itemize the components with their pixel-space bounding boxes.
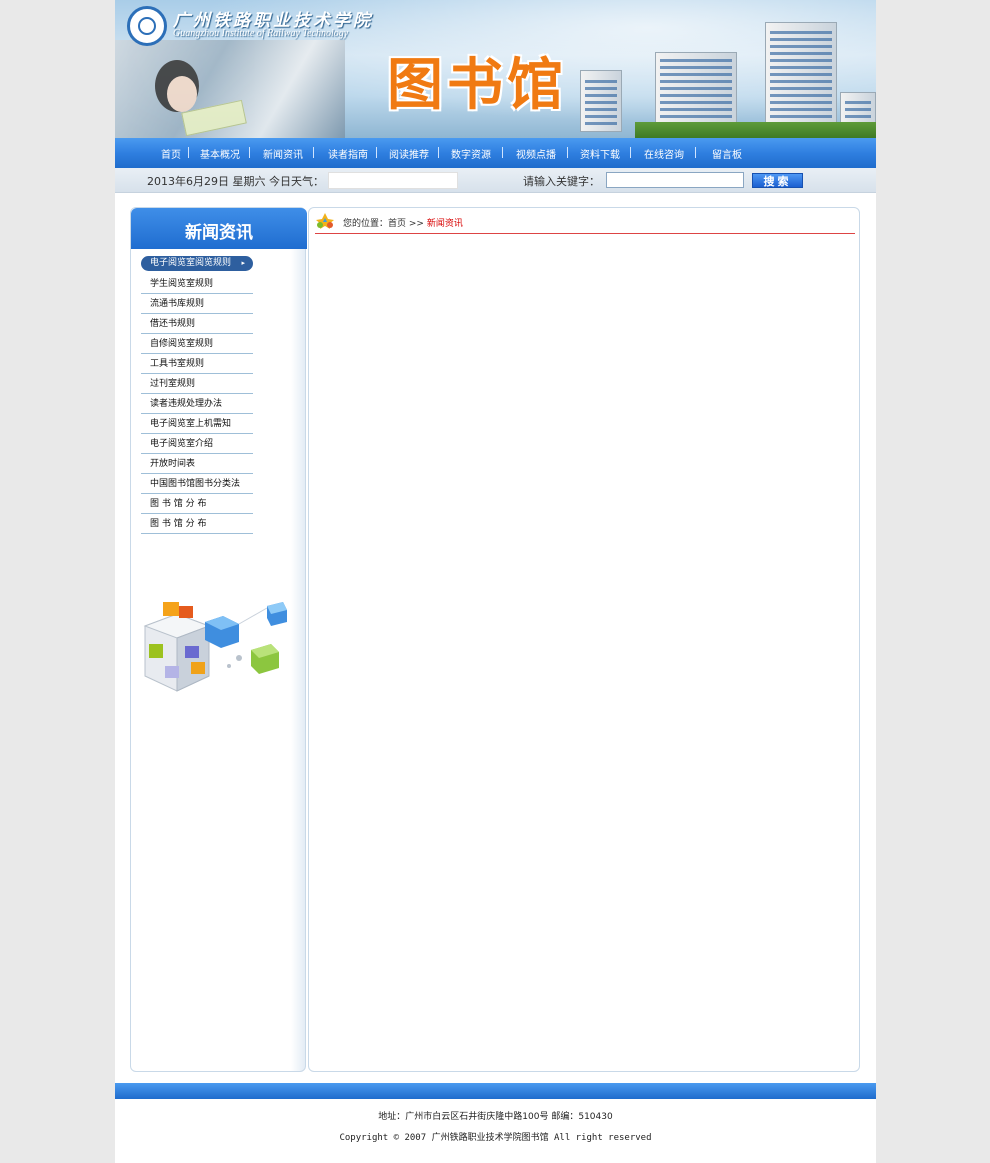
page: 广州铁路职业技术学院 Guangzhou Institute of Railwa… bbox=[115, 0, 876, 1163]
main-content: 您的位置：首页 >> 新闻资讯 bbox=[308, 207, 860, 1072]
school-logo-icon[interactable] bbox=[127, 6, 167, 46]
sidebar-item-e-reading-room-rules[interactable]: 电子阅览室阅览规则 ▸ bbox=[141, 256, 253, 271]
sidebar-item-back-issues-rules[interactable]: 过刊室规则 bbox=[141, 375, 253, 394]
library-title: 图书馆 bbox=[387, 52, 567, 118]
sidebar-item-opening-hours[interactable]: 开放时间表 bbox=[141, 455, 253, 474]
footer-copyright: Copyright © 2007 广州铁路职业技术学院图书馆 All right… bbox=[339, 1133, 652, 1143]
date-weather-label: 2013年6月29日 星期六 今日天气： bbox=[147, 175, 324, 188]
nav-separator bbox=[567, 147, 568, 158]
sidebar-header: 新闻资讯 bbox=[131, 208, 307, 249]
banner-photo-reader bbox=[115, 40, 345, 138]
sidebar-item-computer-use-notice[interactable]: 电子阅览室上机需知 bbox=[141, 415, 253, 434]
banner-building bbox=[580, 70, 622, 132]
nav-item-home[interactable]: 首页 bbox=[161, 146, 181, 161]
sidebar-item-violation-handling[interactable]: 读者违规处理办法 bbox=[141, 395, 253, 414]
banner-building bbox=[765, 22, 837, 132]
nav-item-downloads[interactable]: 资料下载 bbox=[580, 146, 620, 161]
sidebar-item-classification[interactable]: 中国图书馆图书分类法 bbox=[141, 475, 253, 494]
breadcrumb-prefix: 您的位置： bbox=[343, 219, 389, 229]
nav-item-guestbook[interactable]: 留言板 bbox=[712, 146, 742, 161]
location-icon bbox=[316, 213, 334, 229]
search-input[interactable] bbox=[606, 172, 744, 188]
sidebar-title: 新闻资讯 bbox=[185, 223, 253, 243]
footer-bar bbox=[115, 1083, 876, 1099]
sidebar-item-student-reading-room-rules[interactable]: 学生阅览室规则 bbox=[141, 275, 253, 294]
chevron-right-icon: ▸ bbox=[241, 259, 245, 267]
nav-separator bbox=[630, 147, 631, 158]
header-banner: 广州铁路职业技术学院 Guangzhou Institute of Railwa… bbox=[115, 0, 876, 138]
banner-photo-face bbox=[167, 76, 197, 112]
breadcrumb-divider bbox=[315, 233, 855, 234]
nav-separator bbox=[188, 147, 189, 158]
breadcrumb-current: 新闻资讯 bbox=[426, 219, 463, 229]
breadcrumb-home-link[interactable]: 首页 bbox=[388, 219, 406, 229]
sidebar-item-library-layout[interactable]: 图 书 馆 分 布 bbox=[141, 495, 253, 514]
nav-item-video[interactable]: 视频点播 bbox=[516, 146, 556, 161]
keyword-label: 请输入关键字： bbox=[523, 175, 600, 188]
nav-separator bbox=[249, 147, 250, 158]
sidebar-item-label: 电子阅览室阅览规则 bbox=[150, 258, 232, 268]
school-name-en: Guangzhou Institute of Railway Technolog… bbox=[173, 28, 349, 39]
nav-separator bbox=[438, 147, 439, 158]
sidebar-item-e-reading-room-intro[interactable]: 电子阅览室介绍 bbox=[141, 435, 253, 454]
nav-separator bbox=[313, 147, 314, 158]
nav-item-news[interactable]: 新闻资讯 bbox=[263, 146, 303, 161]
banner-lawn bbox=[635, 122, 876, 138]
nav-item-reading-recommend[interactable]: 阅读推荐 bbox=[389, 146, 429, 161]
info-bar: 2013年6月29日 星期六 今日天气： 请输入关键字： 搜索 bbox=[115, 168, 876, 193]
sidebar-item-circulation-rules[interactable]: 流通书库规则 bbox=[141, 295, 253, 314]
banner-building bbox=[655, 52, 737, 132]
nav-separator bbox=[376, 147, 377, 158]
main-nav: 首页 基本概况 新闻资讯 读者指南 阅读推荐 数字资源 视频点播 资料下载 在线… bbox=[115, 138, 876, 168]
nav-separator bbox=[695, 147, 696, 158]
sidebar-item-reference-room-rules[interactable]: 工具书室规则 bbox=[141, 355, 253, 374]
nav-item-online-consult[interactable]: 在线咨询 bbox=[644, 146, 684, 161]
sidebar-item-self-study-rules[interactable]: 自修阅览室规则 bbox=[141, 335, 253, 354]
breadcrumb-separator: >> bbox=[406, 219, 427, 229]
nav-item-overview[interactable]: 基本概况 bbox=[200, 146, 240, 161]
search-button[interactable]: 搜索 bbox=[752, 173, 803, 188]
weather-display bbox=[328, 172, 458, 189]
sidebar: 新闻资讯 电子阅览室阅览规则 ▸ 学生阅览室规则 流通书库规则 借还书规则 自修阅… bbox=[130, 207, 307, 1072]
nav-item-reader-guide[interactable]: 读者指南 bbox=[328, 146, 368, 161]
cubes-illustration bbox=[143, 602, 287, 692]
footer-address: 地址：广州市白云区石井街庆隆中路100号 邮编：510430 bbox=[378, 1112, 613, 1122]
sidebar-item-library-layout[interactable]: 图 书 馆 分 布 bbox=[141, 515, 253, 534]
sidebar-menu: 电子阅览室阅览规则 ▸ 学生阅览室规则 流通书库规则 借还书规则 自修阅览室规则 … bbox=[141, 256, 253, 535]
breadcrumb: 您的位置：首页 >> 新闻资讯 bbox=[343, 216, 463, 229]
nav-separator bbox=[502, 147, 503, 158]
nav-item-digital-resources[interactable]: 数字资源 bbox=[451, 146, 491, 161]
sidebar-item-borrow-return-rules[interactable]: 借还书规则 bbox=[141, 315, 253, 334]
